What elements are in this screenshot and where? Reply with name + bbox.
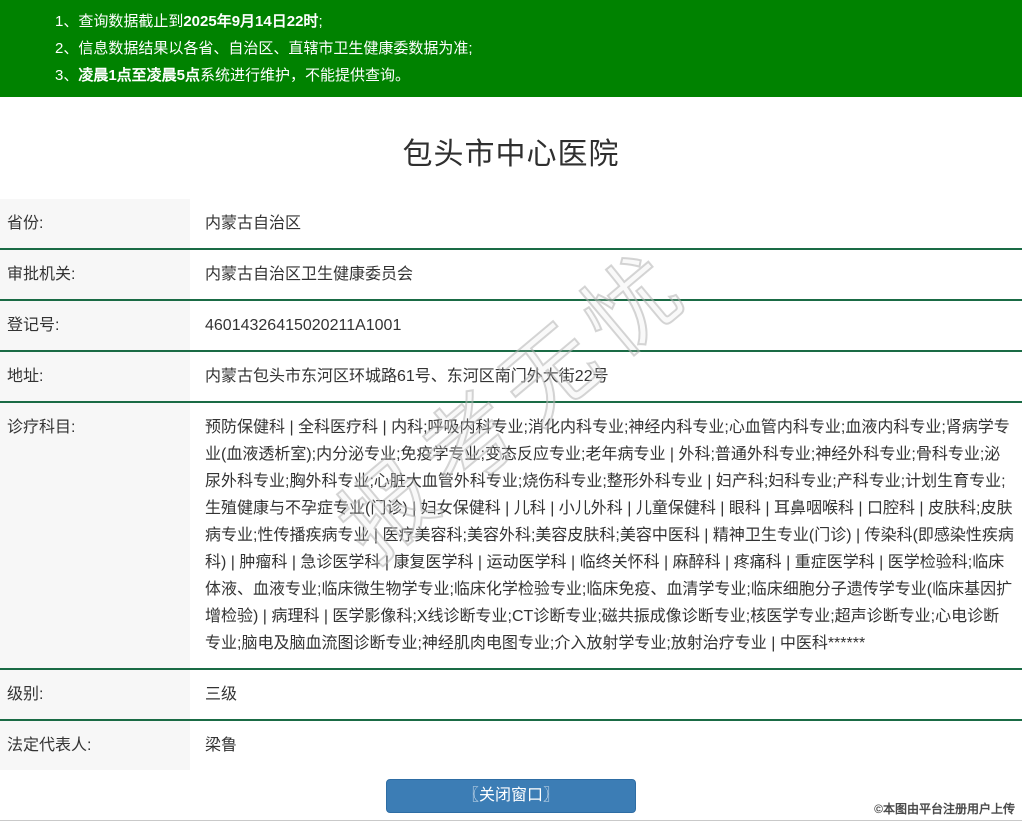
notice-line-3: 3、凌晨1点至凌晨5点系统进行维护，不能提供查询。 — [55, 62, 1022, 89]
table-row-address: 地址: 内蒙古包头市东河区环城路61号、东河区南门外大街22号 — [0, 350, 1022, 401]
table-row-approval-authority: 审批机关: 内蒙古自治区卫生健康委员会 — [0, 248, 1022, 299]
notice-line-1: 1、查询数据截止到2025年9月14日22时; — [55, 8, 1022, 35]
button-bar: 〖关闭窗口〗 — [0, 770, 1022, 813]
row-value: 46014326415020211A1001 — [205, 317, 402, 334]
notice-banner: 1、查询数据截止到2025年9月14日22时; 2、信息数据结果以各省、自治区、… — [0, 0, 1022, 97]
notice-bold-text: 2025年9月14日22时 — [183, 13, 319, 30]
row-label: 地址: — [0, 352, 190, 401]
notice-bold-text: 凌晨1点至凌晨5点 — [78, 67, 201, 84]
table-row-registration-number: 登记号: 46014326415020211A1001 — [0, 299, 1022, 350]
row-label: 省份: — [0, 199, 190, 248]
table-row-level: 级别: 三级 — [0, 668, 1022, 719]
upload-note: ©本图由平台注册用户上传 — [874, 802, 1015, 816]
row-label: 诊疗科目: — [0, 403, 190, 668]
row-label: 登记号: — [0, 301, 190, 350]
notice-text: 3、 — [55, 67, 79, 84]
row-value: 三级 — [205, 686, 238, 703]
notice-text: ; — [318, 13, 323, 30]
notice-line-2: 2、信息数据结果以各省、自治区、直辖市卫生健康委数据为准; — [55, 35, 1022, 62]
row-label: 审批机关: — [0, 250, 190, 299]
row-value: 内蒙古包头市东河区环城路61号、东河区南门外大街22号 — [205, 368, 609, 385]
row-value: 内蒙古自治区 — [205, 215, 302, 232]
notice-text: 1、查询数据截止到 — [55, 13, 184, 30]
close-window-button[interactable]: 〖关闭窗口〗 — [386, 779, 636, 813]
table-row-medical-subjects: 诊疗科目: 预防保健科 | 全科医疗科 | 内科;呼吸内科专业;消化内科专业;神… — [0, 401, 1022, 668]
row-value: 内蒙古自治区卫生健康委员会 — [205, 266, 414, 283]
notice-text: 系统进行维护，不能提供查询。 — [200, 67, 411, 84]
hospital-info-table: 省份: 内蒙古自治区 审批机关: 内蒙古自治区卫生健康委员会 登记号: 4601… — [0, 199, 1022, 770]
row-value: 梁鲁 — [205, 737, 238, 754]
row-value: 预防保健科 | 全科医疗科 | 内科;呼吸内科专业;消化内科专业;神经内科专业;… — [205, 419, 1014, 652]
page-title: 包头市中心医院 — [402, 138, 620, 171]
row-label: 法定代表人: — [0, 721, 190, 770]
table-row-legal-representative: 法定代表人: 梁鲁 — [0, 719, 1022, 770]
row-label: 级别: — [0, 670, 190, 719]
table-row-province: 省份: 内蒙古自治区 — [0, 199, 1022, 248]
notice-text: 2、信息数据结果以各省、自治区、直辖市卫生健康委数据为准; — [55, 40, 473, 57]
query-result-page: 1、查询数据截止到2025年9月14日22时; 2、信息数据结果以各省、自治区、… — [0, 0, 1022, 821]
